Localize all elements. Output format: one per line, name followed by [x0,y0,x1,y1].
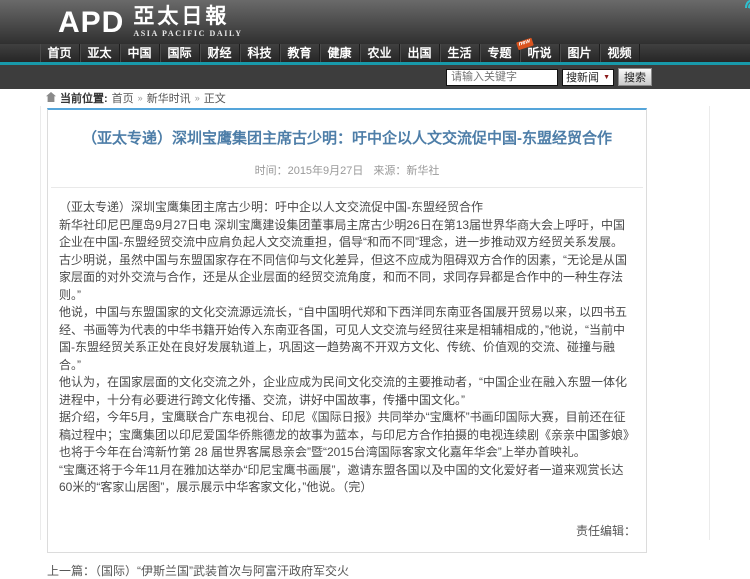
nav-item-health[interactable]: 健康 [320,44,360,62]
article-paragraph: 据介绍，今年5月，宝鹰联合广东电视台、印尼《国际日报》共同举办“宝鹰杯”书画印国… [59,409,636,462]
article-paragraph: （亚太专递）深圳宝鹰集团主席古少明：吁中企以人文交流促中国-东盟经贸合作 [59,199,636,217]
logo-apd-text: APD [58,7,124,39]
nav-item-special[interactable]: 专题 [480,44,520,62]
breadcrumb-home[interactable]: 首页 [112,90,134,106]
page-container: （亚太专递）深圳宝鹰集团主席古少明：吁中企以人文交流促中国-东盟经贸合作 时间：… [40,106,710,540]
article-paragraph: 古少明说，虽然中国与东盟国家存在不同信仰与文化差异，但这不应成为阻碍双方合作的因… [59,252,636,305]
home-icon [46,92,56,105]
nav-item-video[interactable]: 视频 [600,44,640,62]
nav-item-tech[interactable]: 科技 [240,44,280,62]
site-header: APD 亞太日報 ASIA PACIFIC DAILY [0,0,750,44]
nav-item-agri[interactable]: 农业 [360,44,400,62]
nav-item-world[interactable]: 国际 [160,44,200,62]
article-paragraph: 他认为，在国家层面的文化交流之外，企业应成为民间文化交流的主要推动者，“中国企业… [59,374,636,409]
breadcrumb-prefix: 当前位置: [60,90,108,106]
source-label: 来源： [373,165,406,177]
nav-item-abroad[interactable]: 出国 [400,44,440,62]
prev-article-link[interactable]: （国际）“伊斯兰国”武装首次与阿富汗政府军交火 [95,564,349,578]
chevron-down-icon: ▼ [603,74,610,81]
nav-item-life[interactable]: 生活 [440,44,480,62]
article-body: （亚太专递）深圳宝鹰集团主席古少明：吁中企以人文交流促中国-东盟经贸合作 新华社… [48,188,646,497]
logo-chinese-name: 亞太日報 [133,6,242,27]
nav-item-home[interactable]: 首页 [40,44,80,62]
search-input[interactable] [446,69,558,86]
article-paragraph: 新华社印尼巴厘岛9月27日电 深圳宝鹰建设集团董事局主席古少明26日在第13届世… [59,217,636,252]
search-category-select[interactable]: 搜新闻 ▼ [562,69,614,86]
nav-item-photos[interactable]: 图片 [560,44,600,62]
nav-item-education[interactable]: 教育 [280,44,320,62]
nav-item-china[interactable]: 中国 [120,44,160,62]
nav-item-listen[interactable]: 听说 new [520,44,560,62]
time-value: 2015年9月27日 [288,165,364,177]
breadcrumb: 当前位置: 首页 » 新华时讯 » 正文 [0,90,750,106]
logo-english-name: ASIA PACIFIC DAILY [133,30,242,38]
article-meta: 时间：2015年9月27日来源：新华社 [51,162,643,188]
search-bar: 搜新闻 ▼ 搜索 [0,65,750,89]
nav-item-listen-label: 听说 [527,46,551,60]
prev-article-label: 上一篇： [47,564,95,578]
article-paragraph: 他说，中国与东盟国家的文化交流源远流长，“自中国明代郑和下西洋同东南亚各国展开贸… [59,304,636,374]
time-label: 时间： [255,165,288,177]
signal-icon [745,0,750,14]
prev-article-row: 上一篇：（国际）“伊斯兰国”武装首次与阿富汗政府军交火 [47,562,709,579]
main-nav: 首页 亚太 中国 国际 财经 科技 教育 健康 农业 出国 生活 专题 听说 n… [0,44,750,62]
breadcrumb-current: 正文 [204,90,226,106]
breadcrumb-section[interactable]: 新华时讯 [147,90,191,106]
nav-item-apac[interactable]: 亚太 [80,44,120,62]
site-logo[interactable]: APD 亞太日報 ASIA PACIFIC DAILY [58,6,243,39]
breadcrumb-separator: » [138,93,143,103]
nav-item-finance[interactable]: 财经 [200,44,240,62]
search-category-label: 搜新闻 [566,69,599,85]
source-value: 新华社 [406,165,439,177]
search-button[interactable]: 搜索 [618,68,652,86]
article-paragraph: “宝鹰还将于今年11月在雅加达举办“印尼宝鹰书画展”，邀请东盟各国以及中国的文化… [59,462,636,497]
breadcrumb-separator: » [195,93,200,103]
article-box: （亚太专递）深圳宝鹰集团主席古少明：吁中企以人文交流促中国-东盟经贸合作 时间：… [47,108,647,553]
editor-line: 责任编辑： [48,522,636,539]
article-title: （亚太专递）深圳宝鹰集团主席古少明：吁中企以人文交流促中国-东盟经贸合作 [60,129,634,149]
logo-name-block: 亞太日報 ASIA PACIFIC DAILY [133,6,242,39]
